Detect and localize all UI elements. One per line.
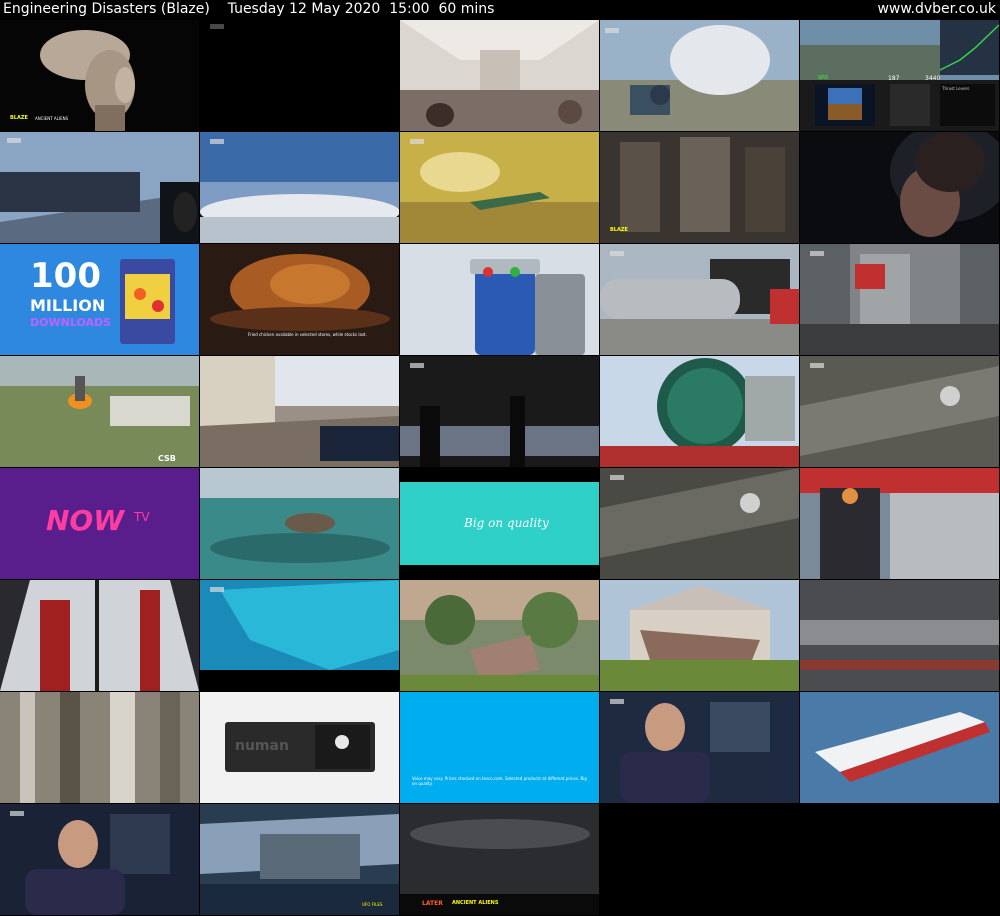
- thumbnail-5[interactable]: SPD 187 3440 Thrust Levers: [800, 20, 999, 131]
- channel-logo-icon: [610, 251, 624, 256]
- channel-logo-icon: [210, 24, 224, 29]
- thumbnail-21[interactable]: NOW TV: [0, 468, 199, 579]
- channel-logo-icon: [810, 251, 824, 256]
- thumbnail-25[interactable]: [800, 468, 999, 579]
- csb-logo: CSB: [158, 454, 176, 463]
- later-label: LATER: [422, 900, 443, 907]
- speed-label: SPD: [818, 75, 829, 81]
- thumbnail-2[interactable]: [200, 20, 399, 131]
- now-tv-suffix: TV: [134, 510, 150, 524]
- promo-number: 100: [30, 256, 101, 296]
- header-bar: Engineering Disasters (Blaze) Tuesday 12…: [0, 0, 1000, 20]
- site-url-link[interactable]: www.dvber.co.uk: [877, 1, 996, 17]
- thumbnail-38[interactable]: LATER ANCIENT ALIENS: [400, 804, 599, 915]
- thumbnail-23[interactable]: Big on quality: [400, 468, 599, 579]
- channel-logo-icon: [605, 28, 619, 33]
- channel-logo-icon: [410, 139, 424, 144]
- thumbnail-37[interactable]: UFO FILES: [200, 804, 399, 915]
- thumbnail-10[interactable]: [800, 132, 999, 243]
- channel-logo-icon: [7, 138, 21, 143]
- thumbnail-18[interactable]: [400, 356, 599, 467]
- thumbnail-1[interactable]: BLAZE ANCIENT ALIENS: [0, 20, 199, 131]
- thumbnail-3[interactable]: [400, 20, 599, 131]
- thumbnail-29[interactable]: [600, 580, 799, 691]
- thrust-label: Thrust Levers: [942, 86, 970, 91]
- promo-line: MILLION: [30, 296, 106, 315]
- thumbnail-30[interactable]: [800, 580, 999, 691]
- thumbnail-8[interactable]: [400, 132, 599, 243]
- channel-logo-icon: [10, 811, 24, 816]
- now-tv-logo: NOW: [46, 504, 125, 537]
- promo-line: DOWNLOADS: [30, 316, 112, 329]
- thumbnail-17[interactable]: [200, 356, 399, 467]
- thumbnail-7[interactable]: [200, 132, 399, 243]
- thumbnail-4[interactable]: [600, 20, 799, 131]
- channel-logo-icon: [410, 363, 424, 368]
- caption-text: ANCIENT ALIENS: [35, 116, 69, 121]
- thumbnail-6[interactable]: [0, 132, 199, 243]
- caption-text: UFO FILES: [362, 902, 383, 907]
- channel-logo-icon: [210, 587, 224, 592]
- channel-logo: BLAZE: [610, 227, 628, 233]
- thumbnail-9[interactable]: BLAZE: [600, 132, 799, 243]
- thumbnail-36[interactable]: [0, 804, 199, 915]
- caption-text: ANCIENT ALIENS: [452, 900, 499, 906]
- thumbnail-35[interactable]: [800, 692, 999, 803]
- programme-title: Engineering Disasters (Blaze) Tuesday 12…: [3, 1, 495, 17]
- numan-logo: numan: [235, 738, 289, 754]
- thumbnail-27[interactable]: [200, 580, 399, 691]
- thumbnail-13[interactable]: [400, 244, 599, 355]
- thumbnail-22[interactable]: [200, 468, 399, 579]
- thumbnail-20[interactable]: [800, 356, 999, 467]
- speed-value: 187: [888, 75, 900, 82]
- thumbnail-19[interactable]: [600, 356, 799, 467]
- thumbnail-24[interactable]: [600, 468, 799, 579]
- channel-logo-icon: [610, 699, 624, 704]
- ad-slogan: Big on quality: [464, 516, 549, 530]
- thumbnail-28[interactable]: [400, 580, 599, 691]
- channel-logo-icon: [810, 363, 824, 368]
- thumbnail-31[interactable]: [0, 692, 199, 803]
- thumbnail-15[interactable]: [800, 244, 999, 355]
- altitude-value: 3440: [925, 75, 941, 82]
- channel-logo-icon: [210, 139, 224, 144]
- legal-text: Voice may vary. Prices checked on tesco.…: [412, 776, 587, 786]
- thumbnail-32[interactable]: numan: [200, 692, 399, 803]
- thumbnail-12[interactable]: Fried chicken available in selected stor…: [200, 244, 399, 355]
- thumbnail-34[interactable]: [600, 692, 799, 803]
- channel-logo: BLAZE: [10, 115, 28, 121]
- thumbnail-11[interactable]: 100 MILLION DOWNLOADS: [0, 244, 199, 355]
- thumbnail-33[interactable]: Voice may vary. Prices checked on tesco.…: [400, 692, 599, 803]
- thumbnail-14[interactable]: [600, 244, 799, 355]
- subtitle-text: Fried chicken available in selected stor…: [248, 332, 367, 337]
- channel-logo-icon: [610, 475, 624, 480]
- thumbnail-16[interactable]: CSB: [0, 356, 199, 467]
- thumbnail-26[interactable]: [0, 580, 199, 691]
